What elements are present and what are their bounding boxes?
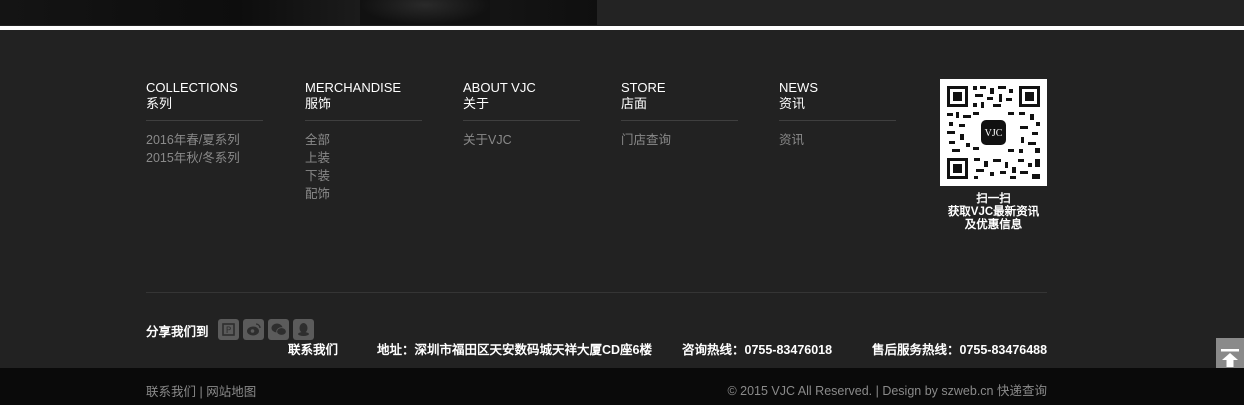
footer-link-tops[interactable]: 上装 <box>305 149 422 167</box>
footer-link-accessories[interactable]: 配饰 <box>305 185 422 203</box>
column-title-en: MERCHANDISE <box>305 80 402 95</box>
column-heading: MERCHANDISE 服饰 <box>305 80 422 121</box>
qq-icon[interactable] <box>293 319 314 340</box>
express-tracking-link[interactable]: 快递查询 <box>997 384 1047 398</box>
column-title-cn: 资讯 <box>779 96 806 111</box>
link-separator: | <box>196 385 207 399</box>
contact-us-title: 联系我们 <box>288 343 339 357</box>
qr-caption-line: 及优惠信息 <box>964 219 1023 231</box>
arrow-up-icon <box>1221 349 1239 367</box>
qr-caption: 扫一扫 获取VJC最新资讯 及优惠信息 <box>930 193 1057 232</box>
copyright-text: © 2015 VJC All Reserved. | Design by szw… <box>727 384 994 398</box>
footer-link-2016-ss[interactable]: 2016年春/夏系列 <box>146 131 263 149</box>
footer-divider <box>146 292 1047 293</box>
share-icons: P <box>218 319 314 340</box>
footer-column-collections: COLLECTIONS 系列 2016年春/夏系列 2015年秋/冬系列 <box>146 80 263 167</box>
column-heading: COLLECTIONS 系列 <box>146 80 263 121</box>
qr-caption-line: 获取VJC最新资讯 <box>947 206 1040 218</box>
hero-image-detail <box>360 0 490 25</box>
share-label: 分享我们到 <box>146 325 209 339</box>
footer-link-2015-fw[interactable]: 2015年秋/冬系列 <box>146 149 263 167</box>
douban-icon[interactable]: P <box>218 319 239 340</box>
bottom-links: 联系我们 | 网站地图 <box>146 381 256 400</box>
weibo-icon[interactable] <box>243 319 264 340</box>
column-title-cn: 系列 <box>146 96 173 111</box>
footer-column-merchandise: MERCHANDISE 服饰 全部 上装 下装 配饰 <box>305 80 422 203</box>
column-title-cn: 店面 <box>621 96 648 111</box>
footer-link-store-locator[interactable]: 门店查询 <box>621 131 738 149</box>
footer-column-about: ABOUT VJC 关于 关于VJC <box>463 80 580 149</box>
qr-caption-line: 扫一扫 <box>976 193 1011 205</box>
contact-address: 地址：深圳市福田区天安数码城天祥大厦CD座6楼 <box>377 343 653 357</box>
sitemap-link[interactable]: 网站地图 <box>206 385 256 399</box>
footer-link-news[interactable]: 资讯 <box>779 131 896 149</box>
footer-column-store: STORE 店面 门店查询 <box>621 80 738 149</box>
contact-hotline: 咨询热线：0755-83476018 <box>682 343 833 357</box>
column-title-cn: 服饰 <box>305 96 332 111</box>
qr-logo: VJC <box>985 128 1003 139</box>
hero-image <box>0 0 597 25</box>
footer-link-bottoms[interactable]: 下装 <box>305 167 422 185</box>
svg-text:P: P <box>226 326 232 336</box>
column-title-en: ABOUT VJC <box>463 80 536 95</box>
footer-link-all[interactable]: 全部 <box>305 131 422 149</box>
contact-us-link[interactable]: 联系我们 <box>146 385 196 399</box>
column-heading: ABOUT VJC 关于 <box>463 80 580 121</box>
wechat-icon[interactable] <box>268 319 289 340</box>
footer-column-news: NEWS 资讯 资讯 <box>779 80 896 149</box>
footer-link-about-vjc[interactable]: 关于VJC <box>463 131 580 149</box>
qr-code-graphic: VJC <box>940 79 1047 186</box>
column-title-en: COLLECTIONS <box>146 80 238 95</box>
column-title-cn: 关于 <box>463 96 490 111</box>
column-heading: STORE 店面 <box>621 80 738 121</box>
qr-code: VJC <box>940 79 1047 186</box>
column-heading: NEWS 资讯 <box>779 80 896 121</box>
contact-aftersale-hotline: 售后服务热线：0755-83476488 <box>872 343 1048 357</box>
column-title-en: NEWS <box>779 80 818 95</box>
column-title-en: STORE <box>621 80 666 95</box>
copyright: © 2015 VJC All Reserved. | Design by szw… <box>727 380 1047 399</box>
